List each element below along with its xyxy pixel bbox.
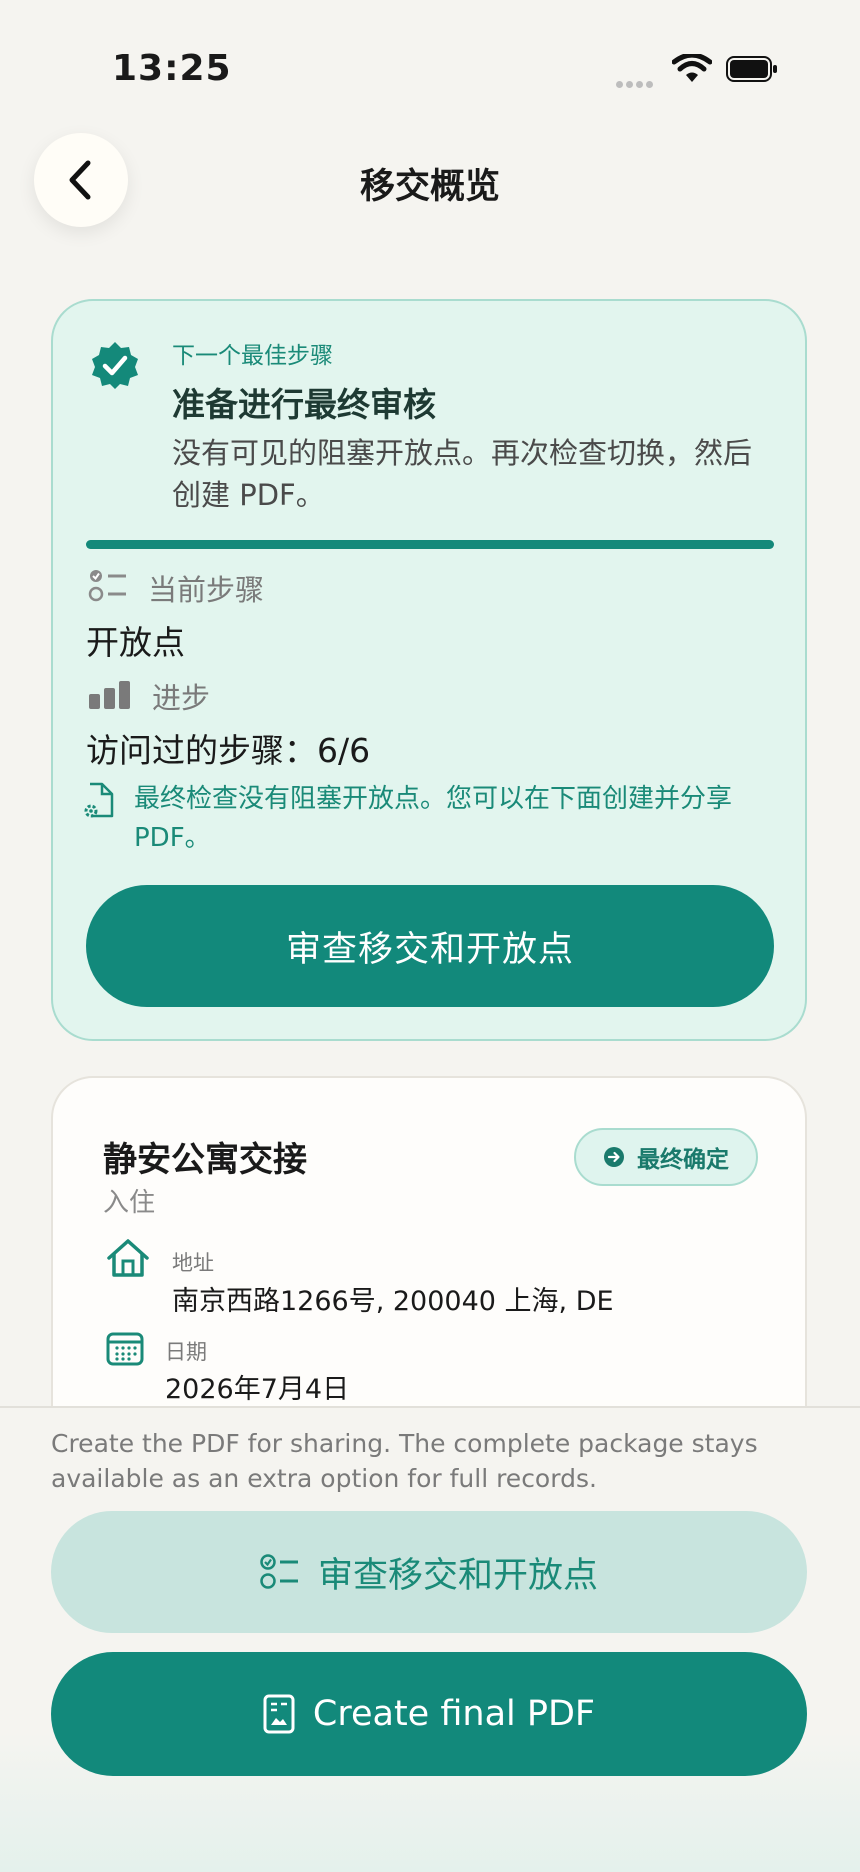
pdf-document-icon: [263, 1694, 295, 1734]
current-step-value: 开放点: [86, 623, 185, 662]
review-open-points-label: 审查移交和开放点: [317, 1555, 598, 1596]
calendar-icon: [106, 1332, 144, 1366]
create-final-pdf-label: Create final PDF: [312, 1694, 596, 1734]
progress-bar-fill: [86, 540, 774, 549]
progress-label: 进步: [152, 681, 211, 715]
wifi-icon: [672, 54, 712, 82]
next-step-description: 没有可见的阻塞开放点。再次检查切换，然后创建 PDF。: [172, 436, 753, 512]
current-step-label: 当前步骤: [148, 573, 265, 607]
review-open-points-button[interactable]: 审查移交和开放点: [51, 1511, 807, 1633]
status-badge-label: 最终确定: [637, 1147, 729, 1173]
address-value: 南京西路1266号, 200040 上海, DE: [172, 1286, 614, 1317]
verified-badge-icon: [92, 342, 138, 389]
footer-hint: Create the PDF for sharing. The complete…: [51, 1429, 758, 1493]
next-step-eyebrow: 下一个最佳步骤: [172, 343, 333, 369]
status-time: 13:25: [112, 48, 232, 89]
arrow-circle-icon: [604, 1147, 624, 1167]
address-label: 地址: [172, 1251, 214, 1275]
handover-title: 静安公寓交接: [103, 1140, 307, 1180]
signal-dots-icon: [616, 73, 658, 88]
document-settings-icon: [84, 782, 114, 818]
create-final-pdf-button[interactable]: Create final PDF: [51, 1652, 807, 1776]
next-step-title: 准备进行最终审核: [172, 385, 436, 424]
handover-type: 入住: [103, 1188, 156, 1218]
status-badge: 最终确定: [574, 1128, 758, 1186]
bar-chart-icon: [89, 681, 130, 709]
battery-icon: [726, 56, 777, 82]
date-value: 2026年7月4日: [165, 1374, 350, 1405]
checklist-icon: [260, 1554, 298, 1589]
review-handover-button[interactable]: 审查移交和开放点: [86, 885, 774, 1007]
checklist-icon: [88, 570, 126, 602]
page-title: 移交概览: [359, 167, 500, 207]
next-step-note: 最终检查没有阻塞开放点。您可以在下面创建并分享 PDF。: [134, 784, 733, 853]
progress-value: 访问过的步骤：6/6: [86, 731, 371, 770]
home-icon: [107, 1239, 149, 1277]
date-label: 日期: [165, 1340, 207, 1364]
